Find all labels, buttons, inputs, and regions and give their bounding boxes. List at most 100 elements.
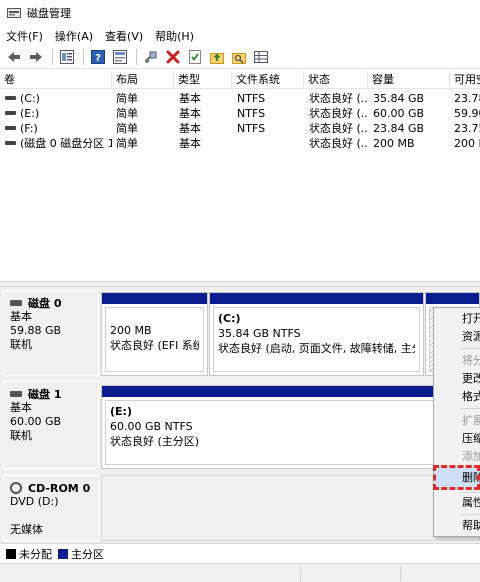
column-header-status[interactable]: 状态 [304,71,368,89]
volume-icon [5,141,16,145]
partition-name: (C:) [218,312,241,325]
legend-swatch-primary [58,548,68,559]
cdrom-0-size [10,509,98,523]
disk-0-efi-partition[interactable]: 200 MB 状态良好 (EFI 系统分 [101,292,208,376]
status-segment [400,567,401,581]
menu-item-shrink[interactable]: 压缩 [462,431,480,447]
forward-icon[interactable] [26,47,46,67]
partition-color-bar [102,386,479,397]
partition-size: 60.00 GB NTFS [110,420,193,433]
cdrom-0-name: CD-ROM 0 [28,481,91,495]
cell-filesystem: NTFS [237,122,266,135]
cell-volume: (E:) [20,107,40,120]
cell-type: 基本 [179,137,201,150]
menu-item-extend[interactable]: 扩展 [462,413,480,429]
menu-item-explore[interactable]: 资源 [462,329,480,345]
cdrom-0-status: 无媒体 [10,523,43,536]
back-icon[interactable] [4,47,24,67]
menu-action[interactable]: 操作(A) [49,28,99,44]
menu-item-format[interactable]: 格式 [462,389,480,405]
menu-item-properties[interactable]: 属性 [462,495,480,511]
cell-free-space: 59.90 [454,107,480,120]
partition-color-bar [426,293,479,304]
table-row[interactable]: (E:) 简单 基本 NTFS 状态良好 (... 60.00 GB 59.90 [0,106,480,121]
properties-icon[interactable] [110,47,130,67]
partition-status: 状态良好 (EFI 系统分 [110,339,199,352]
menu-separator [460,492,480,493]
cell-capacity: 23.84 GB [373,122,425,135]
partition-color-bar [210,293,423,304]
table-row[interactable]: (F:) 简单 基本 NTFS 状态良好 (... 23.84 GB 23.75 [0,121,480,136]
menu-separator [460,514,480,515]
menu-separator [460,348,480,349]
disk-0-c-partition[interactable]: (C:) 35.84 GB NTFS 状态良好 (启动, 页面文件, 故障转储,… [209,292,424,376]
menu-item-mark-active[interactable]: 将分 [462,353,480,369]
list-header: 卷 布局 类型 文件系统 状态 容量 可用空 [0,71,480,89]
disk-0-status: 联机 [10,338,32,351]
context-menu: 打开 资源 将分 更改 格式 扩展 压缩 添加 删除 属性 帮助 [433,307,480,537]
disk-1-label[interactable]: 磁盘 1 基本 60.00 GB 联机 [3,381,99,469]
cell-capacity: 200 MB [373,137,415,150]
cell-layout: 简单 [116,122,138,135]
cdrom-0-label[interactable]: CD-ROM 0 DVD (D:) 无媒体 [3,475,99,541]
partition-status: 状态良好 (启动, 页面文件, 故障转储, 主分区) [218,342,415,355]
cell-volume: (磁盘 0 磁盘分区 1) [20,137,112,150]
cell-status: 状态良好 (... [309,107,368,120]
disk-graph-view: 磁盘 0 基本 59.88 GB 联机 200 MB 状态良好 (EFI 系统分… [0,287,480,543]
cell-status: 状态良好 (... [309,137,368,150]
folder-search-icon[interactable] [229,47,249,67]
cell-filesystem: NTFS [237,107,266,120]
column-header-capacity[interactable]: 容量 [368,71,450,89]
title-bar: 磁盘管理 [0,0,480,26]
menu-item-change-drive-letter[interactable]: 更改 [462,371,480,387]
grid-view-icon[interactable] [251,47,271,67]
help-icon[interactable]: ? [88,47,108,67]
menu-help[interactable]: 帮助(H) [149,28,200,44]
menu-item-open[interactable]: 打开 [462,311,480,327]
cell-free-space: 23.78 [454,92,480,105]
cell-capacity: 35.84 GB [373,92,425,105]
volume-icon [5,126,16,130]
check-icon[interactable] [185,47,205,67]
menu-item-add-mirror[interactable]: 添加 [462,449,480,465]
status-segment [300,567,301,581]
cell-free-space: 200 M [454,137,480,150]
cell-type: 基本 [179,92,201,105]
disk-icon [10,391,22,397]
window-title: 磁盘管理 [27,7,71,20]
disk-1-e-partition[interactable]: (E:) 60.00 GB NTFS 状态良好 (主分区) [101,385,480,469]
legend-label-unallocated: 未分配 [19,547,52,561]
cell-capacity: 60.00 GB [373,107,425,120]
column-header-type[interactable]: 类型 [174,71,232,89]
connect-icon[interactable] [141,47,161,67]
column-header-free-space[interactable]: 可用空 [450,71,480,89]
cell-status: 状态良好 (... [309,92,368,105]
table-row[interactable]: (C:) 简单 基本 NTFS 状态良好 (... 35.84 GB 23.78 [0,91,480,106]
delete-icon[interactable] [163,47,183,67]
toolbar-separator [52,48,53,65]
folder-up-icon[interactable] [207,47,227,67]
list-view-icon[interactable] [57,47,77,67]
delete-callout-highlight [433,465,480,490]
column-header-filesystem[interactable]: 文件系统 [232,71,304,89]
menu-bar: 文件(F) 操作(A) 查看(V) 帮助(H) [0,26,480,45]
cell-filesystem: NTFS [237,92,266,105]
partition-size: 35.84 GB NTFS [218,327,301,340]
partition-size: 200 MB [110,324,152,337]
disk-icon [10,300,22,306]
disk-1-name: 磁盘 1 [28,388,62,401]
legend-label-primary: 主分区 [71,547,104,561]
column-header-layout[interactable]: 布局 [112,71,174,89]
cell-layout: 简单 [116,107,138,120]
partition-name: (E:) [110,405,132,418]
cell-type: 基本 [179,107,201,120]
table-row[interactable]: (磁盘 0 磁盘分区 1) 简单 基本 状态良好 (... 200 MB 200… [0,136,480,151]
column-header-volume[interactable]: 卷 [0,71,112,89]
disk-1-status: 联机 [10,429,32,442]
disk-1-size: 60.00 GB [10,415,62,428]
menu-file[interactable]: 文件(F) [0,28,49,44]
menu-item-help[interactable]: 帮助 [462,518,480,534]
menu-view[interactable]: 查看(V) [99,28,149,44]
disk-0-label[interactable]: 磁盘 0 基本 59.88 GB 联机 [3,290,99,376]
toolbar-separator [136,48,137,65]
